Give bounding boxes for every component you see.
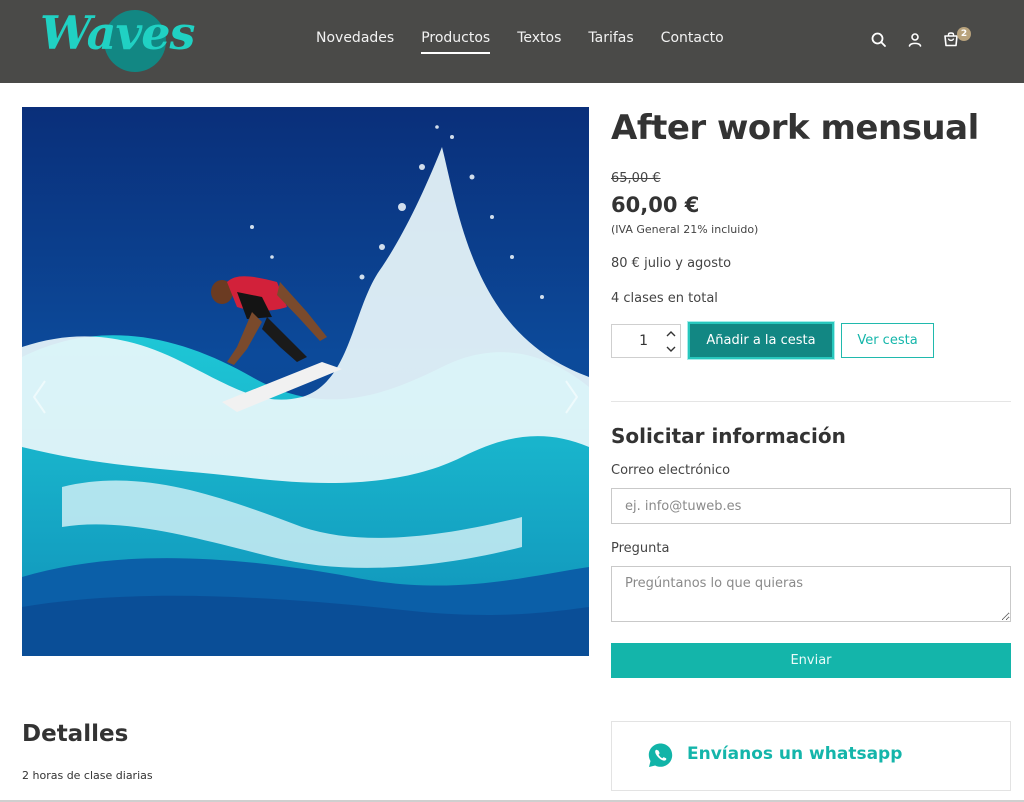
header-icons: 2 (870, 27, 971, 50)
details-title: Detalles (22, 721, 129, 747)
whatsapp-icon (647, 742, 674, 769)
nav-item-textos[interactable]: Textos (517, 30, 561, 54)
nav-item-productos[interactable]: Productos (421, 30, 491, 54)
email-label: Correo electrónico (611, 463, 731, 478)
carousel-next-icon[interactable] (561, 377, 581, 417)
product-image (22, 107, 589, 656)
question-label: Pregunta (611, 541, 670, 556)
search-icon[interactable] (870, 31, 888, 49)
carousel-prev-icon[interactable] (30, 377, 50, 417)
site-header: Waves Novedades Productos Textos Tarifas… (0, 0, 1024, 83)
quantity-stepper[interactable]: 1 (611, 324, 681, 358)
chevron-up-icon[interactable] (664, 327, 678, 341)
product-description-line: 80 € julio y agosto (611, 256, 732, 271)
send-button[interactable]: Enviar (611, 643, 1011, 678)
chevron-down-icon[interactable] (664, 342, 678, 356)
logo-text: Waves (40, 6, 195, 60)
main-nav: Novedades Productos Textos Tarifas Conta… (316, 30, 751, 54)
details-text: 2 horas de clase diarias (22, 769, 153, 782)
view-cart-button[interactable]: Ver cesta (841, 323, 934, 358)
quantity-value[interactable]: 1 (612, 333, 666, 349)
nav-item-novedades[interactable]: Novedades (316, 30, 394, 54)
divider (611, 401, 1011, 402)
cart-button[interactable]: 2 (942, 27, 971, 50)
whatsapp-button[interactable]: Envíanos un whatsapp (611, 721, 1011, 791)
old-price: 65,00 € (611, 171, 661, 186)
product-title: After work mensual (611, 108, 979, 148)
product-description-line: 4 clases en total (611, 291, 718, 306)
info-form-title: Solicitar información (611, 424, 846, 448)
email-field[interactable] (611, 488, 1011, 524)
user-icon[interactable] (906, 31, 924, 49)
add-to-cart-button[interactable]: Añadir a la cesta (688, 322, 834, 359)
cart-count-badge: 2 (957, 27, 971, 41)
tax-note: (IVA General 21% incluido) (611, 223, 759, 236)
nav-item-contacto[interactable]: Contacto (661, 30, 724, 54)
question-field[interactable] (611, 566, 1011, 622)
logo[interactable]: Waves (36, 4, 195, 72)
current-price: 60,00 € (611, 193, 700, 217)
whatsapp-label: Envíanos un whatsapp (687, 744, 903, 764)
nav-item-tarifas[interactable]: Tarifas (588, 30, 633, 54)
